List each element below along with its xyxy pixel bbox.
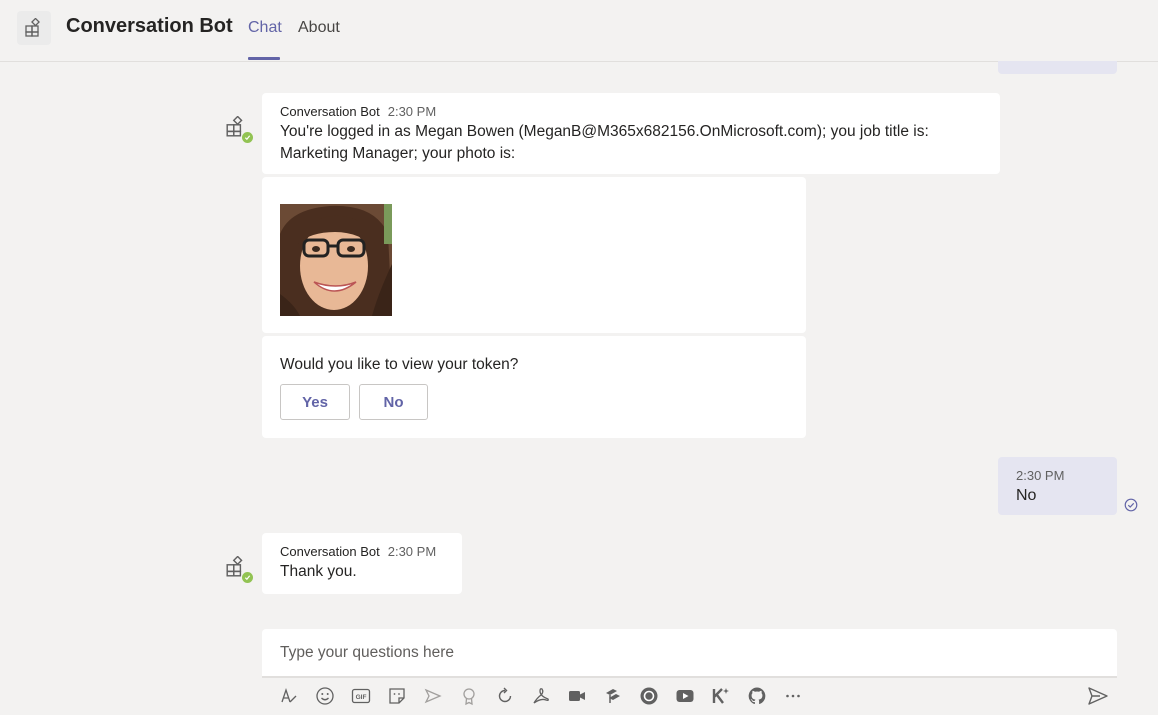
gif-icon[interactable]: GIF xyxy=(349,684,373,708)
message-bubble: Conversation Bot 2:30 PM You're logged in… xyxy=(262,93,1000,174)
app-header: Conversation Bot Chat About xyxy=(0,0,1158,62)
compose-placeholder: Type your questions here xyxy=(280,644,455,661)
yes-button[interactable]: Yes xyxy=(280,384,350,420)
presence-available-icon xyxy=(241,131,254,144)
read-receipt-icon xyxy=(1124,498,1138,512)
pdf-icon[interactable] xyxy=(529,684,553,708)
klaxoon-icon[interactable] xyxy=(709,684,733,708)
previous-message-bubble xyxy=(998,61,1117,74)
message-time: 2:30 PM xyxy=(387,104,437,119)
message-text: No xyxy=(1016,487,1037,504)
circle-app-icon[interactable] xyxy=(637,684,661,708)
emoji-icon[interactable] xyxy=(313,684,337,708)
message-bubble: Conversation Bot 2:30 PM Thank you. xyxy=(262,533,462,594)
stream-icon[interactable] xyxy=(601,684,625,708)
my-message-bubble: 2:30 PM No xyxy=(998,457,1117,515)
adaptive-card: Would you like to view your token? Yes N… xyxy=(262,336,806,438)
photo-card xyxy=(262,177,806,333)
bot-app-icon xyxy=(17,11,51,45)
bot-avatar[interactable] xyxy=(220,111,254,144)
sticker-icon[interactable] xyxy=(385,684,409,708)
message-sender: Conversation Bot xyxy=(280,104,380,119)
message-text: You're logged in as Megan Bowen (MeganB@… xyxy=(280,123,929,162)
video-icon[interactable] xyxy=(565,684,589,708)
message-time: 2:30 PM xyxy=(387,544,437,559)
tab-about[interactable]: About xyxy=(298,19,340,37)
message-sender: Conversation Bot xyxy=(280,544,380,559)
message-time: 2:30 PM xyxy=(1016,468,1065,483)
send-icon[interactable] xyxy=(1086,684,1110,708)
tab-chat[interactable]: Chat xyxy=(248,19,282,37)
youtube-icon[interactable] xyxy=(673,684,697,708)
active-tab-indicator xyxy=(248,57,280,60)
meet-now-icon[interactable] xyxy=(421,684,445,708)
app-title: Conversation Bot xyxy=(66,15,233,37)
more-icon[interactable] xyxy=(781,684,805,708)
compose-box[interactable]: Type your questions here xyxy=(262,629,1117,678)
format-icon[interactable] xyxy=(277,684,301,708)
presence-available-icon xyxy=(241,571,254,584)
message-text: Thank you. xyxy=(280,563,357,580)
user-photo xyxy=(280,204,392,316)
svg-text:GIF: GIF xyxy=(356,694,367,701)
card-question: Would you like to view your token? xyxy=(280,356,519,373)
loop-icon[interactable] xyxy=(493,684,517,708)
praise-icon[interactable] xyxy=(457,684,481,708)
github-icon[interactable] xyxy=(745,684,769,708)
bot-avatar[interactable] xyxy=(220,551,254,584)
no-button[interactable]: No xyxy=(359,384,428,420)
